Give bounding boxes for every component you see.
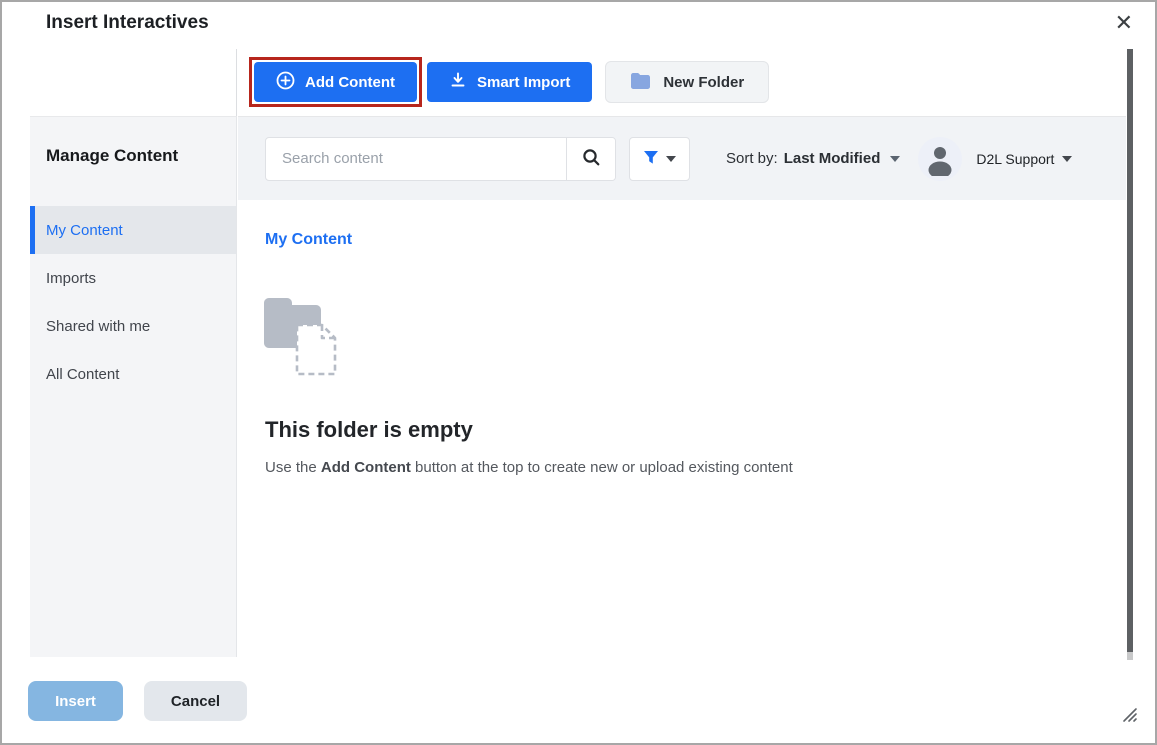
content-header: Sort by: Last Modified D2L Support (238, 116, 1126, 200)
empty-desc-prefix: Use the (265, 459, 321, 476)
sidebar-item-my-content[interactable]: My Content (30, 206, 236, 254)
new-folder-button[interactable]: New Folder (605, 61, 769, 103)
search-button[interactable] (566, 138, 615, 180)
empty-state-description: Use the Add Content button at the top to… (265, 459, 793, 476)
sidebar-item-label: All Content (46, 366, 119, 383)
download-icon (449, 71, 467, 93)
user-avatar[interactable] (918, 137, 962, 181)
filter-funnel-icon (643, 150, 659, 168)
sort-by-value: Last Modified (784, 150, 881, 167)
add-content-highlight-box: Add Content (249, 57, 422, 107)
add-content-button[interactable]: Add Content (254, 62, 417, 102)
plus-circle-icon (276, 71, 295, 94)
insert-button[interactable]: Insert (28, 681, 123, 721)
empty-folder-illustration (264, 290, 342, 383)
vertical-scrollbar-thumb[interactable] (1127, 49, 1133, 652)
empty-desc-suffix: button at the top to create new or uploa… (411, 459, 793, 476)
sidebar-item-all-content[interactable]: All Content (30, 350, 236, 398)
dialog-title: Insert Interactives (46, 12, 209, 34)
sort-by-label: Sort by: (726, 150, 778, 167)
toolbar: Add Content Smart Import New Folder (249, 57, 769, 107)
breadcrumb[interactable]: My Content (265, 231, 352, 249)
sidebar: Manage Content My Content Imports Shared… (30, 116, 237, 657)
insert-interactives-dialog: Insert Interactives ✕ Add Content (0, 0, 1157, 745)
toolbar-divider (236, 49, 237, 116)
empty-desc-bold: Add Content (321, 459, 411, 476)
folder-icon (630, 72, 651, 93)
empty-state-title: This folder is empty (265, 417, 473, 443)
resize-handle-icon[interactable] (1121, 706, 1139, 729)
sidebar-item-label: My Content (46, 222, 123, 239)
sort-by-dropdown[interactable]: Sort by: Last Modified (726, 150, 900, 167)
search-box (265, 137, 616, 181)
new-folder-label: New Folder (663, 74, 744, 91)
sidebar-item-shared-with-me[interactable]: Shared with me (30, 302, 236, 350)
user-menu[interactable]: D2L Support (976, 151, 1072, 167)
smart-import-button[interactable]: Smart Import (427, 62, 592, 102)
user-name: D2L Support (976, 151, 1054, 167)
search-input[interactable] (266, 138, 566, 180)
smart-import-label: Smart Import (477, 74, 570, 91)
sidebar-item-label: Imports (46, 270, 96, 287)
search-icon (582, 148, 601, 170)
sidebar-item-imports[interactable]: Imports (30, 254, 236, 302)
vertical-scrollbar-track-end (1127, 652, 1133, 660)
sidebar-items: My Content Imports Shared with me All Co… (30, 206, 236, 398)
chevron-down-icon (666, 156, 676, 162)
close-icon[interactable]: ✕ (1115, 12, 1133, 34)
sidebar-heading: Manage Content (46, 146, 236, 166)
person-icon (923, 144, 957, 181)
sidebar-item-label: Shared with me (46, 318, 150, 335)
cancel-button[interactable]: Cancel (144, 681, 247, 721)
add-content-label: Add Content (305, 74, 395, 91)
chevron-down-icon (1062, 156, 1072, 162)
filter-button[interactable] (629, 137, 690, 181)
chevron-down-icon (890, 156, 900, 162)
